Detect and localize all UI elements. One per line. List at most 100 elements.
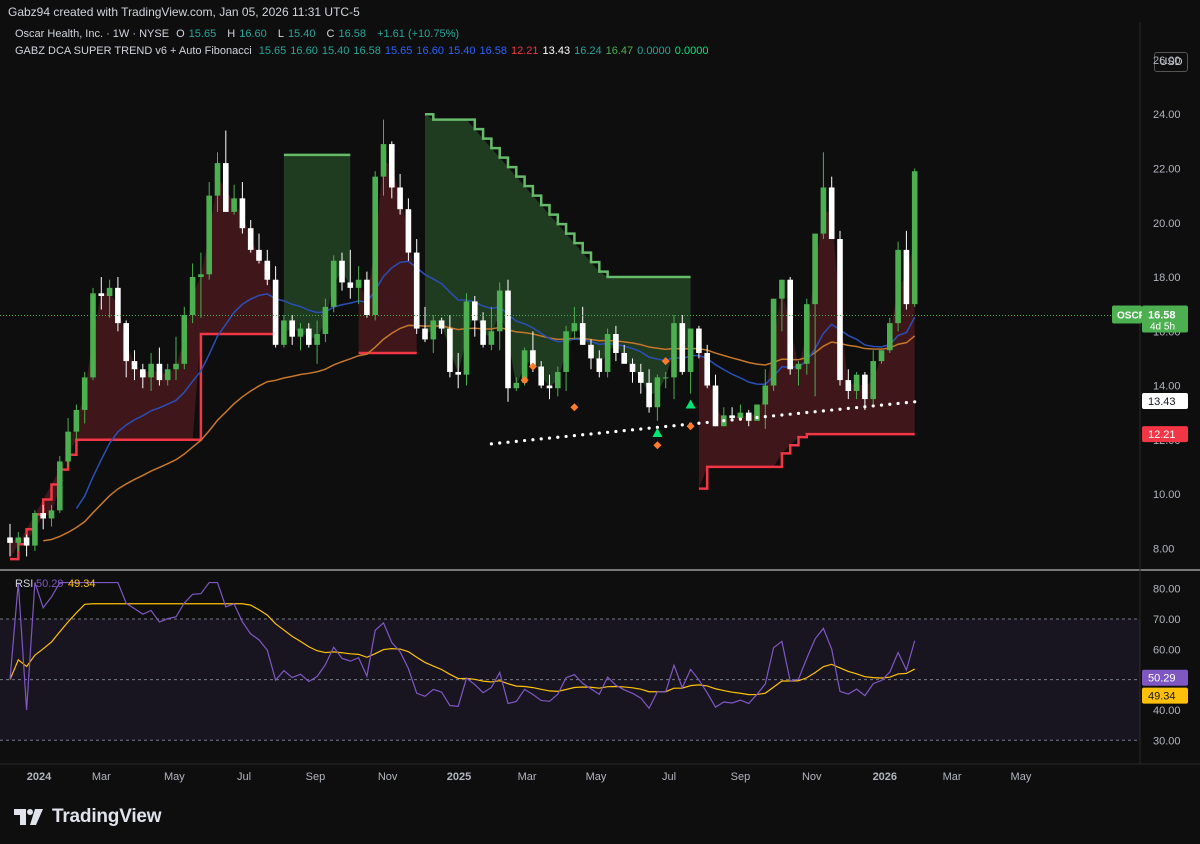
dca-dot bbox=[780, 413, 784, 417]
dca-dot bbox=[904, 401, 909, 405]
buy-triangle-marker bbox=[652, 428, 663, 437]
time-tick-label: Mar bbox=[518, 771, 537, 783]
candle-body bbox=[239, 198, 246, 229]
candle-body bbox=[621, 352, 627, 364]
candle-body bbox=[563, 331, 569, 372]
time-tick-label: May bbox=[1011, 771, 1032, 783]
candle-body bbox=[314, 333, 320, 345]
dca-dot bbox=[606, 430, 610, 434]
candle-body bbox=[339, 260, 345, 283]
dca-dot bbox=[763, 415, 767, 419]
candle-body bbox=[596, 358, 603, 372]
time-tick-label: Mar bbox=[943, 771, 962, 783]
dca-dot bbox=[871, 404, 875, 408]
candle-body bbox=[289, 320, 295, 337]
footer: TradingView bbox=[0, 794, 1200, 844]
dca-dot bbox=[630, 428, 635, 432]
candle-body bbox=[57, 461, 63, 511]
candle-body bbox=[671, 323, 677, 378]
candle-body bbox=[247, 228, 254, 250]
dca-dot bbox=[830, 408, 834, 412]
candle-body bbox=[546, 385, 553, 389]
dca-dot bbox=[639, 427, 643, 431]
candle-body bbox=[729, 415, 735, 419]
dca-dot bbox=[788, 412, 792, 416]
candle-body bbox=[347, 282, 354, 288]
candle-body bbox=[32, 513, 38, 546]
candle-body bbox=[7, 537, 13, 543]
candle-body bbox=[206, 195, 212, 275]
candle-body bbox=[123, 323, 129, 362]
candle-body bbox=[787, 279, 793, 370]
price-tick-label: 24.00 bbox=[1153, 109, 1181, 121]
candle-body bbox=[538, 366, 544, 386]
dca-dot bbox=[855, 405, 859, 410]
dca-dot bbox=[547, 436, 552, 440]
candle-body bbox=[488, 331, 495, 345]
candle-body bbox=[15, 537, 22, 543]
candle-body bbox=[23, 537, 30, 546]
candle-body bbox=[173, 363, 179, 370]
rsi-label: RSI bbox=[15, 578, 33, 590]
candle-body bbox=[131, 361, 138, 370]
candle-body bbox=[330, 260, 337, 307]
candle-body bbox=[613, 333, 619, 353]
candle-body bbox=[272, 279, 279, 345]
price-tick-label: 14.00 bbox=[1153, 381, 1181, 393]
candle-body bbox=[604, 333, 611, 372]
candle-body bbox=[198, 274, 204, 278]
dca-dot bbox=[813, 410, 817, 414]
candle-body bbox=[65, 431, 71, 462]
dca-dot bbox=[556, 435, 560, 439]
header-bar: Gabz94 created with TradingView.com, Jan… bbox=[0, 0, 1200, 22]
candle-body bbox=[480, 320, 486, 345]
candle-body bbox=[762, 385, 769, 405]
dca-dot bbox=[523, 438, 527, 443]
time-tick-label: Nov bbox=[802, 771, 822, 783]
dca-dot bbox=[614, 429, 618, 434]
candle-body bbox=[862, 374, 868, 400]
buy-triangle-marker bbox=[685, 399, 696, 409]
rsi-tick-label: 80.00 bbox=[1153, 584, 1181, 596]
candle-body bbox=[73, 409, 80, 432]
candle-body bbox=[662, 377, 669, 379]
rsi-ma-tag: 49.34 bbox=[1148, 691, 1176, 703]
dca-dot bbox=[755, 415, 759, 420]
dca-dot bbox=[597, 431, 601, 435]
dca-dot bbox=[622, 429, 626, 433]
candle-body bbox=[106, 287, 113, 296]
candle-body bbox=[804, 304, 810, 364]
candle-body bbox=[737, 412, 744, 419]
price-tick-label: 22.00 bbox=[1153, 163, 1181, 175]
candle-body bbox=[654, 377, 661, 408]
candle-body bbox=[422, 328, 428, 340]
price-tick-label: 10.00 bbox=[1153, 489, 1181, 501]
price-tick-label: 18.00 bbox=[1153, 272, 1181, 284]
candle-body bbox=[779, 279, 785, 299]
dca-dot bbox=[705, 420, 709, 425]
price-tick-label: 20.00 bbox=[1153, 218, 1181, 230]
chart-area[interactable]: Oscar Health, Inc. · 1W · NYSE O 15.65 H1… bbox=[0, 22, 1200, 794]
rsi-tick-label: 60.00 bbox=[1153, 644, 1181, 656]
last-price-tag: 16.58 bbox=[1148, 310, 1176, 322]
chart-credit: Gabz94 created with TradingView.com, Jan… bbox=[8, 5, 360, 19]
dca-dot bbox=[672, 424, 676, 428]
dca-dot bbox=[846, 406, 850, 410]
chart-svg: 26.0024.0022.0020.0018.0016.0014.0012.00… bbox=[0, 22, 1200, 783]
dca-dot bbox=[489, 442, 493, 446]
candle-body bbox=[306, 328, 312, 345]
candle-body bbox=[148, 363, 154, 378]
dca-dot bbox=[913, 400, 917, 404]
dca-dot bbox=[896, 401, 900, 406]
candle-body bbox=[679, 323, 686, 372]
dca-dot bbox=[572, 434, 577, 438]
time-tick-label: Jul bbox=[662, 771, 676, 783]
tradingview-logo[interactable]: TradingView bbox=[14, 806, 162, 828]
dca-dot bbox=[664, 424, 668, 429]
candle-body bbox=[281, 320, 287, 345]
time-tick-label: May bbox=[164, 771, 185, 783]
dca-dot bbox=[821, 409, 826, 413]
brand-name: TradingView bbox=[52, 806, 162, 827]
candle-body bbox=[413, 252, 420, 329]
dca-dot bbox=[564, 434, 568, 439]
